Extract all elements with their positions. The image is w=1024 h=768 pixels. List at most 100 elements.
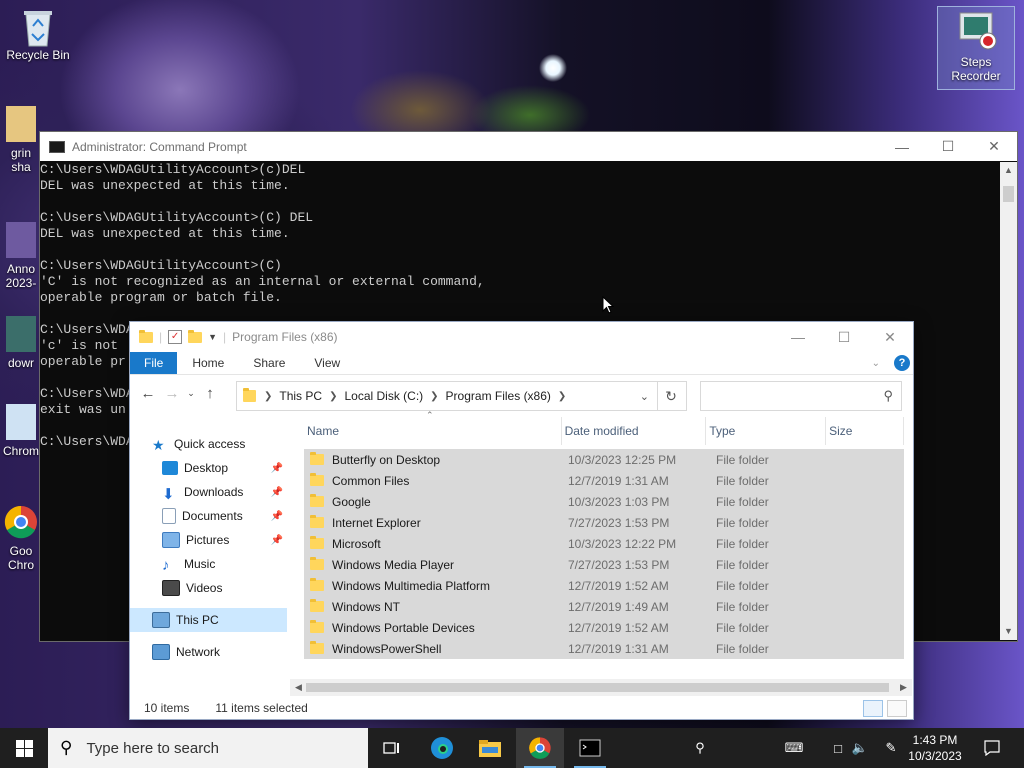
- close-button[interactable]: ✕: [867, 323, 913, 352]
- table-row[interactable]: Windows NT 12/7/2019 1:49 AM File folder: [304, 596, 904, 617]
- file-date: 12/7/2019 1:52 AM: [568, 578, 669, 593]
- minimize-button[interactable]: —: [879, 132, 925, 161]
- keyboard-layout-button[interactable]: ⌨: [780, 728, 808, 768]
- chevron-right-icon[interactable]: ❯: [262, 391, 274, 402]
- cmd-vertical-scrollbar[interactable]: ▲ ▼: [1000, 162, 1017, 640]
- address-dropdown-icon[interactable]: ⌄: [640, 390, 657, 403]
- volume-tray-button[interactable]: 🔈: [850, 728, 870, 768]
- desktop-icon-anno[interactable]: Anno 2023-: [2, 222, 40, 290]
- taskbar-file-explorer[interactable]: [466, 728, 514, 768]
- chevron-right-icon[interactable]: ❯: [327, 391, 339, 402]
- notification-icon: [984, 740, 1000, 756]
- nav-label: Quick access: [174, 437, 246, 451]
- up-arrow-icon[interactable]: ↑: [198, 385, 222, 402]
- address-bar[interactable]: ❯ This PC ❯ Local Disk (C:) ❯ Program Fi…: [236, 381, 658, 411]
- nav-desktop[interactable]: Desktop 📌: [130, 456, 287, 480]
- taskbar-chrome[interactable]: [516, 728, 564, 768]
- task-view-button[interactable]: [368, 728, 416, 768]
- nav-this-pc[interactable]: This PC: [130, 608, 287, 632]
- desktop-icon-grin[interactable]: grin sha: [2, 106, 40, 174]
- file-explorer-window[interactable]: | ✓ ▼ | Program Files (x86) — ☐ ✕ File H…: [129, 321, 914, 720]
- new-folder-icon[interactable]: [188, 329, 203, 343]
- network-tray-button[interactable]: □: [828, 728, 848, 768]
- taskbar-edge[interactable]: [418, 728, 466, 768]
- nav-quick-access[interactable]: ★ Quick access: [130, 432, 287, 456]
- breadcrumb-local-disk[interactable]: Local Disk (C:): [339, 389, 428, 403]
- table-row[interactable]: Windows Portable Devices 12/7/2019 1:52 A…: [304, 617, 904, 638]
- desktop-icon-steps-recorder[interactable]: Steps Recorder: [937, 6, 1015, 90]
- pin-icon[interactable]: 📌: [271, 487, 283, 498]
- nav-videos[interactable]: Videos: [130, 576, 287, 600]
- column-header-name[interactable]: Name: [304, 417, 562, 445]
- table-row[interactable]: Internet Explorer 7/27/2023 1:53 PM File f…: [304, 512, 904, 533]
- maximize-button[interactable]: ☐: [821, 323, 867, 352]
- desktop-icon-chrome-installer[interactable]: Chrom: [2, 404, 40, 458]
- column-header-type[interactable]: Type: [706, 417, 827, 445]
- scroll-right-arrow-icon[interactable]: ▶: [895, 679, 912, 696]
- maximize-button[interactable]: ☐: [925, 132, 971, 161]
- taskbar-command-prompt[interactable]: [566, 728, 614, 768]
- steps-recorder-icon: [954, 11, 998, 51]
- table-row[interactable]: Windows Media Player 7/27/2023 1:53 PM Fil…: [304, 554, 904, 575]
- taskbar-search-box[interactable]: ⚲ Type here to search: [48, 728, 368, 768]
- tab-file[interactable]: File: [130, 352, 178, 374]
- pen-tray-button[interactable]: ✎: [880, 728, 902, 768]
- back-arrow-icon[interactable]: ←: [136, 385, 160, 402]
- chevron-right-icon[interactable]: ❯: [556, 391, 568, 402]
- file-name: Common Files: [332, 473, 410, 488]
- nav-documents[interactable]: Documents 📌: [130, 504, 287, 528]
- chevron-right-icon[interactable]: ❯: [428, 391, 440, 402]
- start-button[interactable]: [0, 728, 48, 768]
- tab-home[interactable]: Home: [177, 352, 239, 374]
- nav-pictures[interactable]: Pictures 📌: [130, 528, 287, 552]
- file-date: 10/3/2023 12:22 PM: [568, 536, 677, 551]
- file-name: Windows Media Player: [332, 557, 455, 572]
- breadcrumb-program-files-x86[interactable]: Program Files (x86): [441, 389, 556, 403]
- recent-locations-chevron-icon[interactable]: ⌄: [184, 388, 198, 399]
- scroll-down-arrow-icon[interactable]: ▼: [1000, 623, 1017, 640]
- pin-icon[interactable]: 📌: [271, 463, 283, 474]
- scroll-left-arrow-icon[interactable]: ◀: [290, 679, 307, 696]
- pin-icon[interactable]: 📌: [271, 535, 283, 546]
- properties-icon[interactable]: ✓: [168, 330, 183, 344]
- nav-music[interactable]: ♪ Music: [130, 552, 287, 576]
- table-row[interactable]: Microsoft 10/3/2023 12:22 PM File folder: [304, 533, 904, 554]
- table-row[interactable]: Windows Multimedia Platform 12/7/2019 1:5…: [304, 575, 904, 596]
- details-view-icon[interactable]: [863, 700, 883, 717]
- nav-downloads[interactable]: ⬇ Downloads 📌: [130, 480, 287, 504]
- scroll-thumb[interactable]: [306, 683, 889, 692]
- people-button[interactable]: ⚲: [686, 728, 714, 768]
- desktop-icon-google-chrome[interactable]: Goo Chro: [2, 504, 40, 572]
- table-row[interactable]: Butterfly on Desktop 10/3/2023 12:25 PM Fi…: [304, 449, 904, 470]
- scroll-thumb[interactable]: [1003, 186, 1014, 202]
- table-row[interactable]: WindowsPowerShell 12/7/2019 1:31 AM File f…: [304, 638, 904, 659]
- table-row[interactable]: Google 10/3/2023 1:03 PM File folder: [304, 491, 904, 512]
- explorer-titlebar[interactable]: | ✓ ▼ | Program Files (x86) — ☐ ✕: [130, 322, 913, 352]
- nav-network[interactable]: Network: [130, 640, 287, 664]
- customize-toolbar-icon[interactable]: ▼: [208, 332, 217, 342]
- large-icons-view-icon[interactable]: [887, 700, 907, 717]
- table-row[interactable]: Common Files 12/7/2019 1:31 AM File folder: [304, 470, 904, 491]
- column-header-date-modified[interactable]: Date modified: [562, 417, 707, 445]
- file-date: 12/7/2019 1:52 AM: [568, 620, 669, 635]
- close-button[interactable]: ✕: [971, 132, 1017, 161]
- taskbar-clock[interactable]: 1:43 PM 10/3/2023: [905, 732, 965, 764]
- breadcrumb-this-pc[interactable]: This PC: [274, 389, 327, 403]
- tab-view[interactable]: View: [299, 352, 355, 374]
- desktop-icon-down[interactable]: dowr: [2, 316, 40, 370]
- refresh-button[interactable]: ↻: [656, 381, 687, 411]
- horizontal-scrollbar[interactable]: ◀ ▶: [290, 679, 912, 696]
- pin-icon[interactable]: 📌: [271, 511, 283, 522]
- folder-icon: [310, 452, 324, 465]
- minimize-button[interactable]: —: [775, 323, 821, 352]
- tab-share[interactable]: Share: [239, 352, 299, 374]
- search-box[interactable]: ⚲: [700, 381, 902, 411]
- help-icon[interactable]: ?: [894, 352, 913, 374]
- action-center-button[interactable]: [978, 728, 1006, 768]
- column-header-size[interactable]: Size: [826, 417, 904, 445]
- forward-arrow-icon[interactable]: →: [160, 385, 184, 402]
- scroll-up-arrow-icon[interactable]: ▲: [1000, 162, 1017, 179]
- cmd-titlebar[interactable]: Administrator: Command Prompt — ☐ ✕: [40, 132, 1017, 161]
- desktop-icon-recycle-bin[interactable]: Recycle Bin: [6, 8, 70, 62]
- expand-ribbon-icon[interactable]: ⌄: [872, 352, 894, 374]
